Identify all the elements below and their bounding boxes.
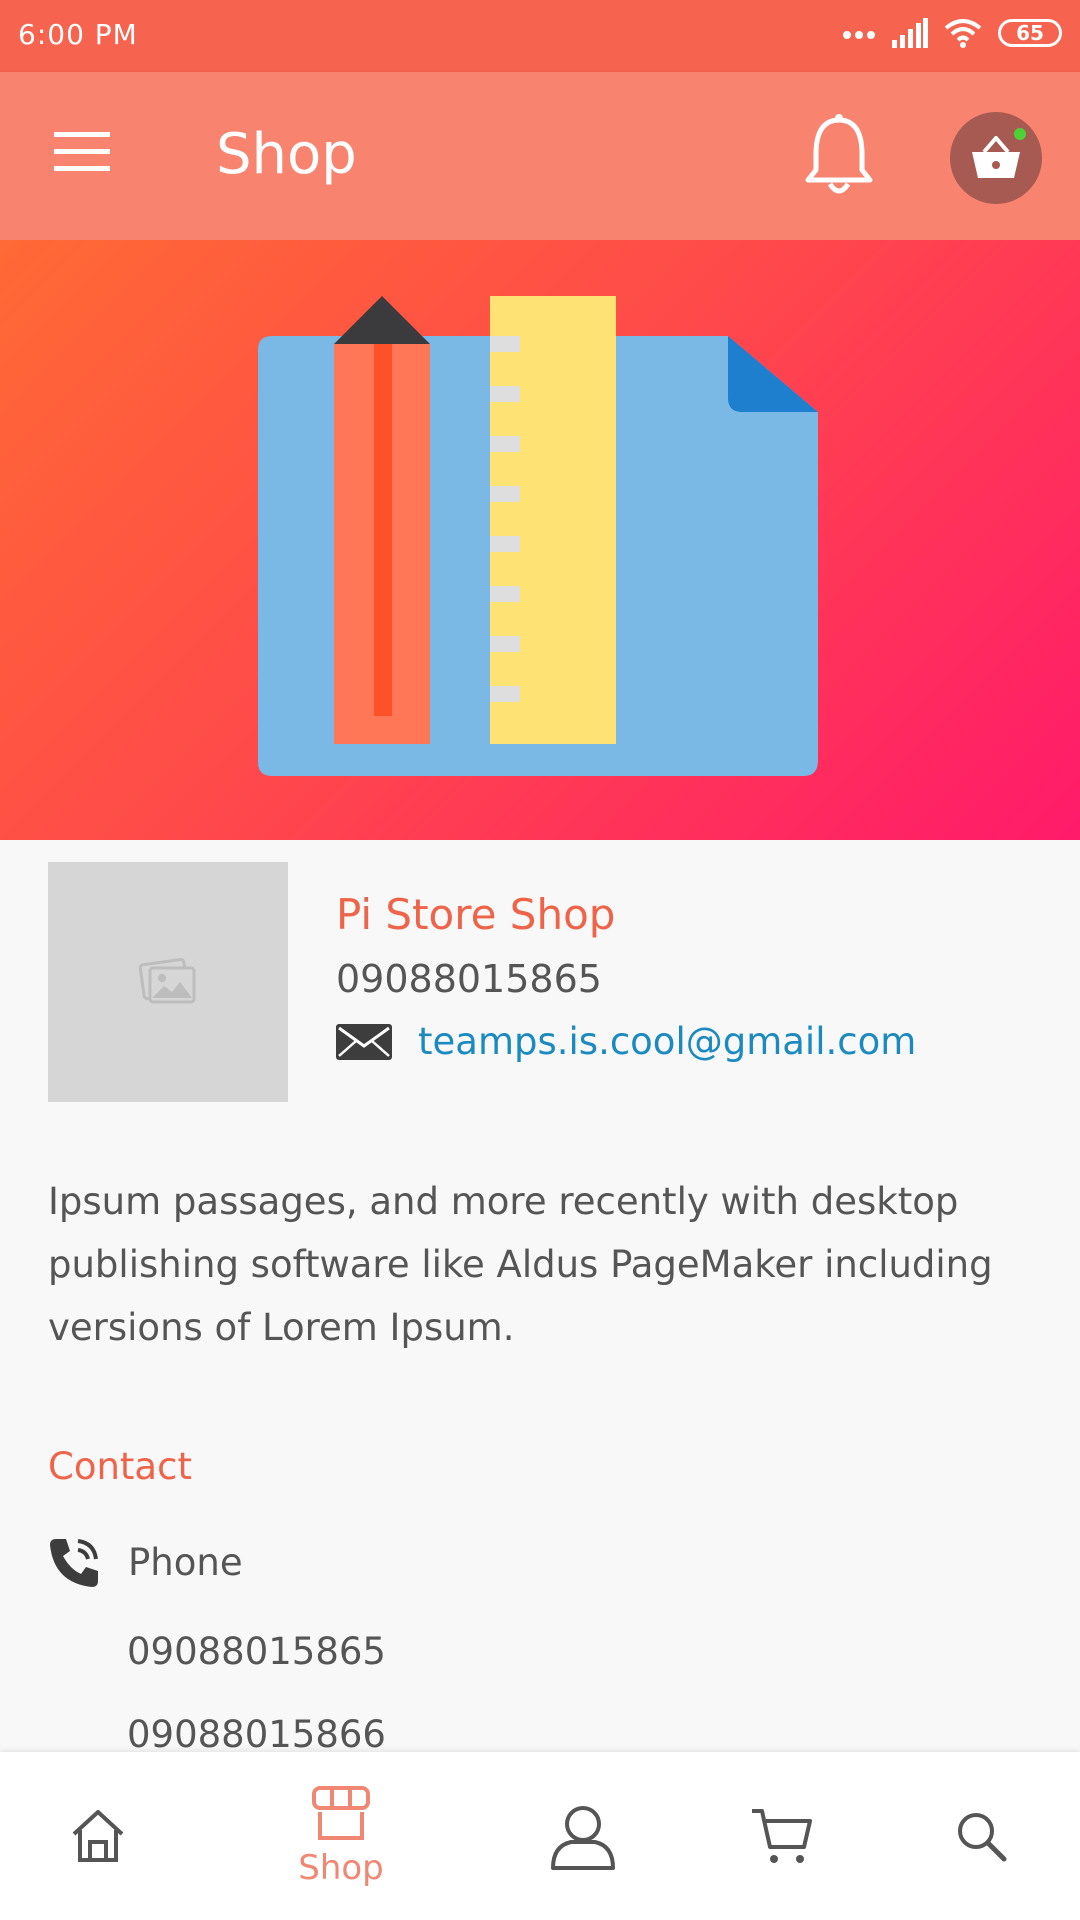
wifi-icon [944,19,982,48]
app-bar: Shop [0,72,1080,240]
nav-profile[interactable] [503,1752,663,1920]
basket-badge-dot [1012,126,1028,142]
battery-indicator: 65 [998,19,1062,47]
status-time: 6:00 PM [18,18,138,51]
home-icon [72,1810,124,1862]
shop-icon [312,1786,370,1840]
image-placeholder-icon [138,958,196,1004]
basket-icon [972,136,1020,178]
nav-shop[interactable]: Shop [261,1752,421,1920]
menu-button[interactable] [52,128,112,176]
nav-home[interactable] [18,1752,178,1920]
hamburger-menu-icon [54,132,110,171]
nav-search[interactable] [901,1752,1061,1920]
bell-icon [805,114,873,194]
store-name: Pi Store Shop [336,890,616,939]
page-title: Shop [216,122,357,187]
envelope-icon [336,1023,392,1060]
phone-call-icon [50,1539,98,1587]
stationery-illustration [258,296,818,776]
basket-button[interactable] [950,112,1042,204]
nav-cart[interactable] [702,1752,862,1920]
signal-icon [892,18,928,48]
cart-icon [752,1809,812,1863]
contact-heading: Contact [48,1445,192,1488]
store-description: Ipsum passages, and more recently with d… [48,1180,993,1349]
store-email-link[interactable]: teamps.is.cool@gmail.com [418,1020,916,1063]
contact-phone-number[interactable]: 09088015865 [127,1630,386,1673]
store-phone[interactable]: 09088015865 [336,957,602,1001]
bottom-navigation: Shop [0,1752,1080,1920]
search-icon [958,1813,1007,1862]
contact-phone-number[interactable]: 09088015866 [127,1713,386,1756]
store-info: Pi Store Shop 09088015865 teamps.is.cool… [0,840,1080,1756]
status-icons: 65 [842,18,1062,48]
notifications-button[interactable] [800,112,878,202]
nav-shop-label: Shop [298,1848,384,1888]
phone-section-header: Phone [48,1535,243,1589]
phone-label: Phone [128,1540,243,1584]
status-bar: 6:00 PM 65 [0,0,1080,72]
more-dots-icon [843,31,875,39]
profile-icon [551,1806,615,1870]
email-row[interactable]: teamps.is.cool@gmail.com [336,1020,916,1063]
shop-banner [0,240,1080,840]
store-image [48,862,288,1102]
